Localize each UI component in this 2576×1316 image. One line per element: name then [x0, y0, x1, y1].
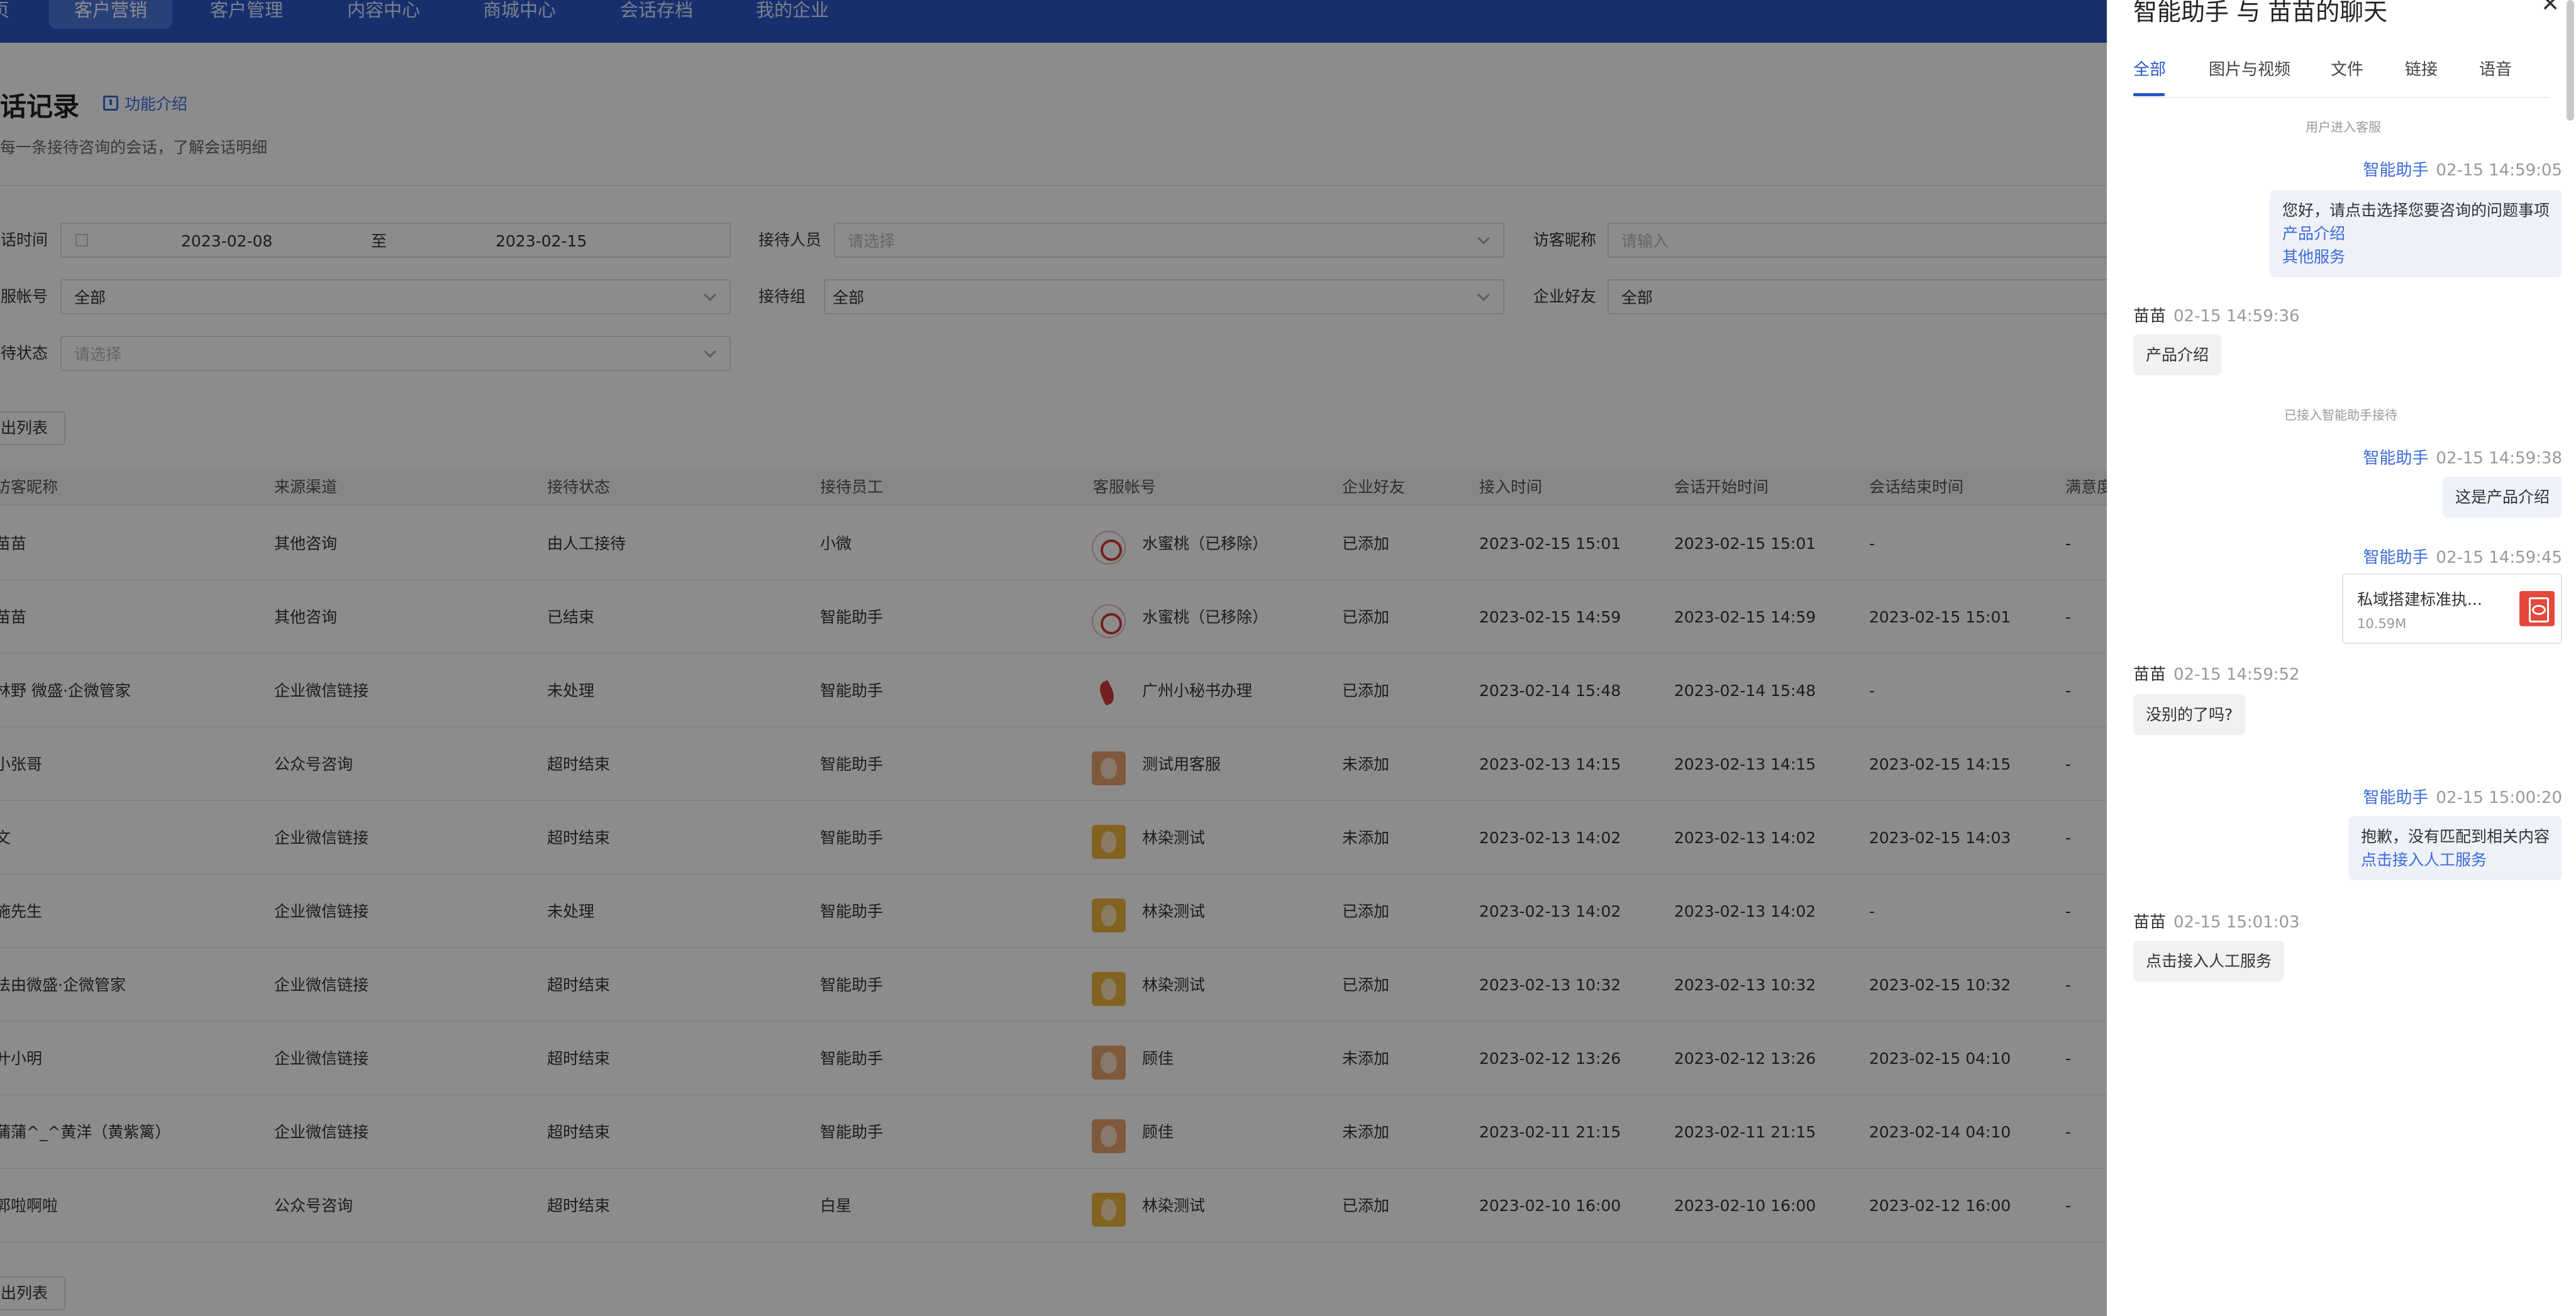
- message-time: 02-15 14:59:05: [2436, 161, 2562, 180]
- sender-name: 智能助手: [2363, 449, 2429, 468]
- sender-name: 智能助手: [2363, 548, 2429, 567]
- message-time: 02-15 15:01:03: [2174, 913, 2300, 932]
- file-size: 10.59M: [2357, 616, 2407, 631]
- system-message: 用户进入客服: [2306, 119, 2381, 135]
- system-message: 已接入智能助手接待: [2284, 407, 2397, 423]
- tab-files[interactable]: 文件: [2331, 57, 2363, 80]
- option-other-services-link[interactable]: 其他服务: [2282, 245, 2550, 268]
- tab-voice[interactable]: 语音: [2479, 57, 2512, 80]
- file-name: 私域搭建标准执...: [2357, 590, 2482, 609]
- message-meta: 苗苗 02-15 15:01:03: [2133, 909, 2300, 932]
- message-text: 没别的了吗?: [2146, 705, 2233, 724]
- bot-message-bubble: 您好，请点击选择您要咨询的问题事项 产品介绍 其他服务: [2269, 190, 2562, 277]
- sender-name: 苗苗: [2133, 665, 2167, 684]
- message-time: 02-15 14:59:52: [2174, 665, 2300, 684]
- option-product-intro-link[interactable]: 产品介绍: [2282, 222, 2550, 245]
- modal-overlay[interactable]: [0, 0, 2107, 1316]
- tab-divider: [2133, 97, 2550, 98]
- tab-links[interactable]: 链接: [2405, 57, 2438, 80]
- message-time: 02-15 14:59:36: [2174, 307, 2300, 326]
- message-meta: 苗苗 02-15 14:59:36: [2133, 303, 2300, 326]
- message-text: 点击接入人工服务: [2146, 952, 2272, 970]
- bot-message-bubble: 抱歉，没有匹配到相关内容 点击接入人工服务: [2348, 816, 2562, 880]
- user-message-bubble: 没别的了吗?: [2133, 694, 2246, 735]
- scrollbar[interactable]: [2567, 0, 2574, 121]
- message-meta: 苗苗 02-15 14:59:52: [2133, 661, 2300, 685]
- chat-drawer: 智能助手 与 苗苗的聊天 ✕ 全部 图片与视频 文件 链接 语音 用户进入客服 …: [2107, 0, 2576, 1316]
- message-text: 您好，请点击选择您要咨询的问题事项: [2282, 201, 2550, 219]
- user-message-bubble: 产品介绍: [2133, 335, 2222, 375]
- message-meta: 智能助手 02-15 14:59:05: [2363, 157, 2562, 180]
- connect-human-service-link[interactable]: 点击接入人工服务: [2361, 848, 2550, 871]
- message-meta: 智能助手 02-15 14:59:38: [2363, 445, 2562, 468]
- sender-name: 智能助手: [2363, 161, 2429, 180]
- active-tab-indicator: [2133, 93, 2165, 96]
- file-attachment-card[interactable]: 私域搭建标准执... 10.59M: [2342, 573, 2562, 644]
- sender-name: 智能助手: [2363, 788, 2429, 807]
- message-text: 这是产品介绍: [2455, 488, 2550, 506]
- pdf-file-icon: [2519, 591, 2555, 626]
- sender-name: 苗苗: [2133, 913, 2167, 932]
- bot-message-bubble: 这是产品介绍: [2442, 477, 2562, 517]
- tab-images-videos[interactable]: 图片与视频: [2209, 57, 2290, 80]
- user-message-bubble: 点击接入人工服务: [2133, 941, 2285, 981]
- message-text: 产品介绍: [2146, 346, 2209, 364]
- message-time: 02-15 14:59:38: [2436, 449, 2562, 468]
- message-time: 02-15 14:59:45: [2436, 548, 2562, 567]
- message-meta: 智能助手 02-15 15:00:20: [2363, 785, 2562, 808]
- message-time: 02-15 15:00:20: [2436, 788, 2562, 807]
- sender-name: 苗苗: [2133, 307, 2167, 326]
- message-text: 抱歉，没有匹配到相关内容: [2360, 827, 2550, 846]
- message-meta: 智能助手 02-15 14:59:45: [2363, 545, 2562, 568]
- tab-all[interactable]: 全部: [2133, 57, 2166, 80]
- close-icon[interactable]: ✕: [2541, 0, 2560, 17]
- drawer-title: 智能助手 与 苗苗的聊天: [2133, 0, 2388, 26]
